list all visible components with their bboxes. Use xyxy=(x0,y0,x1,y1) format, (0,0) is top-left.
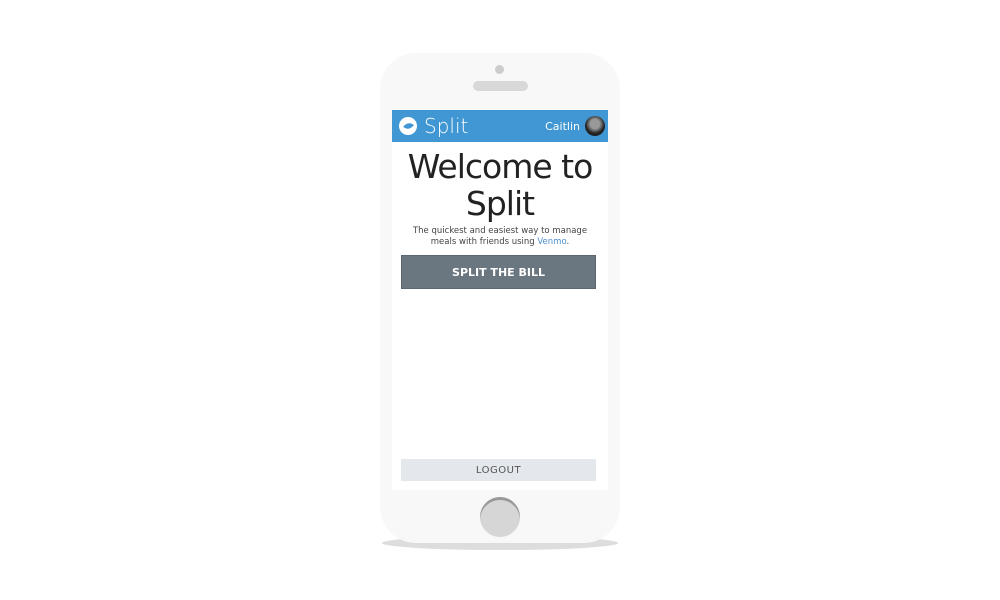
avatar[interactable] xyxy=(585,116,605,136)
tagline: The quickest and easiest way to manage m… xyxy=(412,226,588,248)
logout-button[interactable]: LOGOUT xyxy=(401,459,596,481)
venmo-link[interactable]: Venmo xyxy=(537,237,566,247)
brand-name: Split xyxy=(424,114,469,138)
user-name[interactable]: Caitlin xyxy=(545,120,580,133)
home-button[interactable] xyxy=(480,497,520,537)
speaker-icon xyxy=(473,81,528,91)
page-title: Welcome to Split xyxy=(407,147,594,223)
leaf-logo-icon xyxy=(399,117,417,135)
tagline-end: . xyxy=(566,237,570,247)
camera-icon xyxy=(495,65,504,74)
app-screen: Split Caitlin Welcome to Split The quick… xyxy=(392,110,608,490)
split-the-bill-button[interactable]: SPLIT THE BILL xyxy=(401,255,596,289)
phone-frame: Split Caitlin Welcome to Split The quick… xyxy=(380,53,620,543)
app-header: Split Caitlin xyxy=(392,110,608,142)
